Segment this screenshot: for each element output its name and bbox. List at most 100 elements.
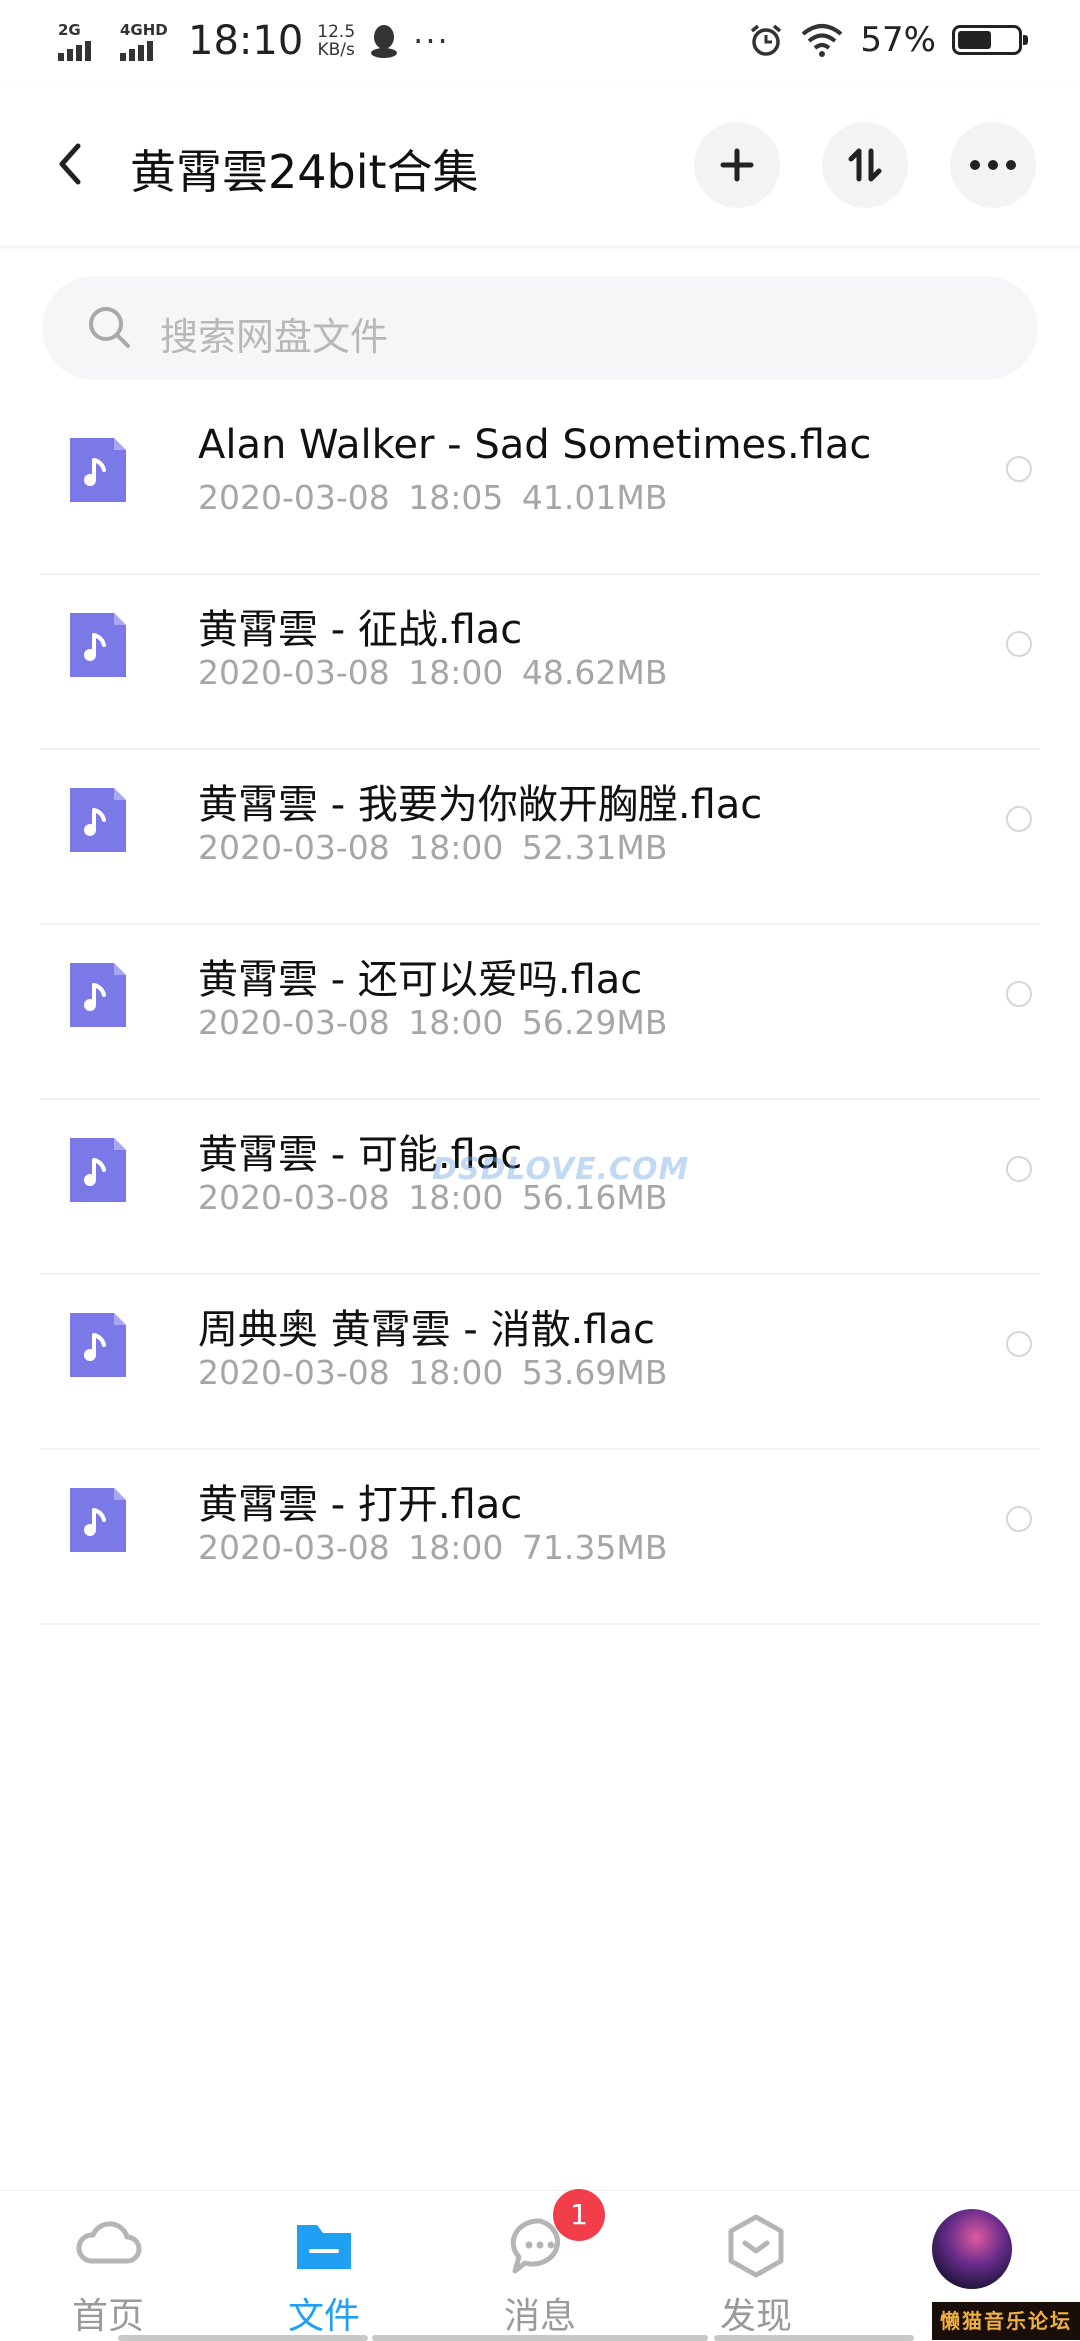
select-checkbox[interactable] xyxy=(1006,456,1032,482)
music-file-icon xyxy=(70,438,126,502)
file-time: 18:00 xyxy=(408,1528,504,1567)
avatar[interactable] xyxy=(932,2209,1012,2289)
more-status: ··· xyxy=(413,22,450,60)
file-row[interactable]: 黄霄雲 - 我要为你敞开胸膛.flac 2020-03-08 18:00 52.… xyxy=(0,750,1080,925)
file-meta: 2020-03-08 18:00 52.31MB xyxy=(198,828,667,867)
music-file-icon xyxy=(70,1313,126,1377)
file-size: 71.35MB xyxy=(521,1528,668,1567)
file-time: 18:00 xyxy=(408,653,504,692)
file-date: 2020-03-08 xyxy=(198,1353,390,1392)
battery-icon xyxy=(952,25,1028,55)
file-list: Alan Walker - Sad Sometimes.flac 2020-03… xyxy=(0,400,1080,1625)
select-checkbox[interactable] xyxy=(1006,981,1032,1007)
gesture-indicator xyxy=(714,2335,914,2341)
battery-fill xyxy=(958,31,991,49)
battery-percent: 57% xyxy=(860,20,936,60)
file-date: 2020-03-08 xyxy=(198,1528,390,1567)
file-time: 18:00 xyxy=(408,828,504,867)
search-bar[interactable]: 搜索网盘文件 xyxy=(42,276,1038,380)
music-file-icon xyxy=(70,1488,126,1552)
cloud-icon xyxy=(76,2221,142,2264)
select-checkbox[interactable] xyxy=(1006,631,1032,657)
select-checkbox[interactable] xyxy=(1006,1156,1032,1182)
file-size: 41.01MB xyxy=(521,478,668,517)
nav-label: 消息 xyxy=(503,2296,576,2337)
file-name: 黄霄雲 - 还可以爱吗.flac xyxy=(198,957,643,1003)
page-title: 黄霄雲24bit合集 xyxy=(130,145,479,199)
chat-icon-wrap: 1 xyxy=(505,2189,605,2281)
music-file-icon xyxy=(70,613,126,677)
file-row[interactable]: 黄霄雲 - 征战.flac 2020-03-08 18:00 48.62MB xyxy=(0,575,1080,750)
file-name: Alan Walker - Sad Sometimes.flac xyxy=(198,422,872,468)
clock: 18:10 xyxy=(188,18,304,64)
search-placeholder: 搜索网盘文件 xyxy=(160,315,389,359)
signal-icon: 2G xyxy=(58,21,106,61)
signal-icon-2: 4GHD xyxy=(120,21,168,61)
nav-label: 发现 xyxy=(719,2296,792,2337)
file-date: 2020-03-08 xyxy=(198,1178,390,1217)
search-icon xyxy=(89,307,130,348)
nav-label: 文件 xyxy=(287,2296,360,2337)
file-row[interactable]: 黄霄雲 - 可能.flac 2020-03-08 18:00 56.16MB xyxy=(0,1100,1080,1275)
sim2-label: 4GHD xyxy=(120,21,168,39)
nav-messages[interactable]: 1 消息 xyxy=(460,2189,620,2339)
nav-discover[interactable]: 发现 xyxy=(676,2211,836,2339)
select-checkbox[interactable] xyxy=(1006,1331,1032,1357)
message-badge: 1 xyxy=(553,2189,605,2241)
gesture-indicator xyxy=(118,2335,368,2341)
sim1-label: 2G xyxy=(58,21,81,39)
file-meta: 2020-03-08 18:05 41.01MB xyxy=(198,478,667,517)
music-file-icon xyxy=(70,788,126,852)
file-row[interactable]: 黄霄雲 - 还可以爱吗.flac 2020-03-08 18:00 56.29M… xyxy=(0,925,1080,1100)
folder-icon xyxy=(297,2225,351,2269)
plus-icon xyxy=(720,148,754,182)
wifi-icon xyxy=(802,24,843,57)
bottom-nav: 首页 文件 1 消息 发现 xyxy=(0,2189,1080,2341)
discover-icon xyxy=(728,2214,784,2278)
sort-button[interactable] xyxy=(822,122,908,208)
file-date: 2020-03-08 xyxy=(198,478,390,517)
file-time: 18:05 xyxy=(408,478,504,517)
more-icon xyxy=(970,160,1016,170)
add-button[interactable] xyxy=(694,122,780,208)
file-time: 18:00 xyxy=(408,1353,504,1392)
file-row[interactable]: 黄霄雲 - 打开.flac 2020-03-08 18:00 71.35MB xyxy=(0,1450,1080,1625)
file-name: 黄霄雲 - 打开.flac xyxy=(198,1482,523,1528)
file-meta: 2020-03-08 18:00 48.62MB xyxy=(198,653,667,692)
divider xyxy=(40,1623,1040,1625)
file-name: 黄霄雲 - 我要为你敞开胸膛.flac xyxy=(198,782,763,828)
nav-home[interactable]: 首页 xyxy=(28,2211,188,2339)
file-row[interactable]: Alan Walker - Sad Sometimes.flac 2020-03… xyxy=(0,400,1080,575)
alarm-icon xyxy=(751,24,782,56)
file-meta: 2020-03-08 18:00 53.69MB xyxy=(198,1353,667,1392)
status-right: 57% xyxy=(748,20,1028,60)
gesture-indicator xyxy=(372,2335,708,2341)
file-size: 52.31MB xyxy=(521,828,668,867)
file-size: 53.69MB xyxy=(521,1353,668,1392)
nav-label: 首页 xyxy=(71,2296,144,2337)
more-button[interactable] xyxy=(950,122,1036,208)
file-name: 黄霄雲 - 征战.flac xyxy=(198,607,523,653)
net-speed-value: 12.5 xyxy=(317,22,356,42)
music-file-icon xyxy=(70,1138,126,1202)
file-size: 56.29MB xyxy=(521,1003,668,1042)
file-name: 周典奥 黄霄雲 - 消散.flac xyxy=(198,1307,655,1353)
sort-icon xyxy=(848,148,882,182)
file-time: 18:00 xyxy=(408,1003,504,1042)
status-bar: 2G 4GHD 18:10 12.5 KB/s ··· 57% xyxy=(0,0,1080,84)
nav-files[interactable]: 文件 xyxy=(244,2211,404,2339)
net-speed-unit: KB/s xyxy=(317,40,355,60)
select-checkbox[interactable] xyxy=(1006,806,1032,832)
watermark: DSDLOVE.COM xyxy=(432,1152,690,1187)
file-meta: 2020-03-08 18:00 56.29MB xyxy=(198,1003,667,1042)
file-date: 2020-03-08 xyxy=(198,1003,390,1042)
file-meta: 2020-03-08 18:00 71.35MB xyxy=(198,1528,667,1567)
back-icon[interactable] xyxy=(44,134,100,194)
file-date: 2020-03-08 xyxy=(198,653,390,692)
qq-icon xyxy=(371,25,398,58)
net-speed: 12.5 KB/s xyxy=(317,23,355,59)
file-date: 2020-03-08 xyxy=(198,828,390,867)
file-row[interactable]: 周典奥 黄霄雲 - 消散.flac 2020-03-08 18:00 53.69… xyxy=(0,1275,1080,1450)
file-size: 48.62MB xyxy=(521,653,668,692)
select-checkbox[interactable] xyxy=(1006,1506,1032,1532)
